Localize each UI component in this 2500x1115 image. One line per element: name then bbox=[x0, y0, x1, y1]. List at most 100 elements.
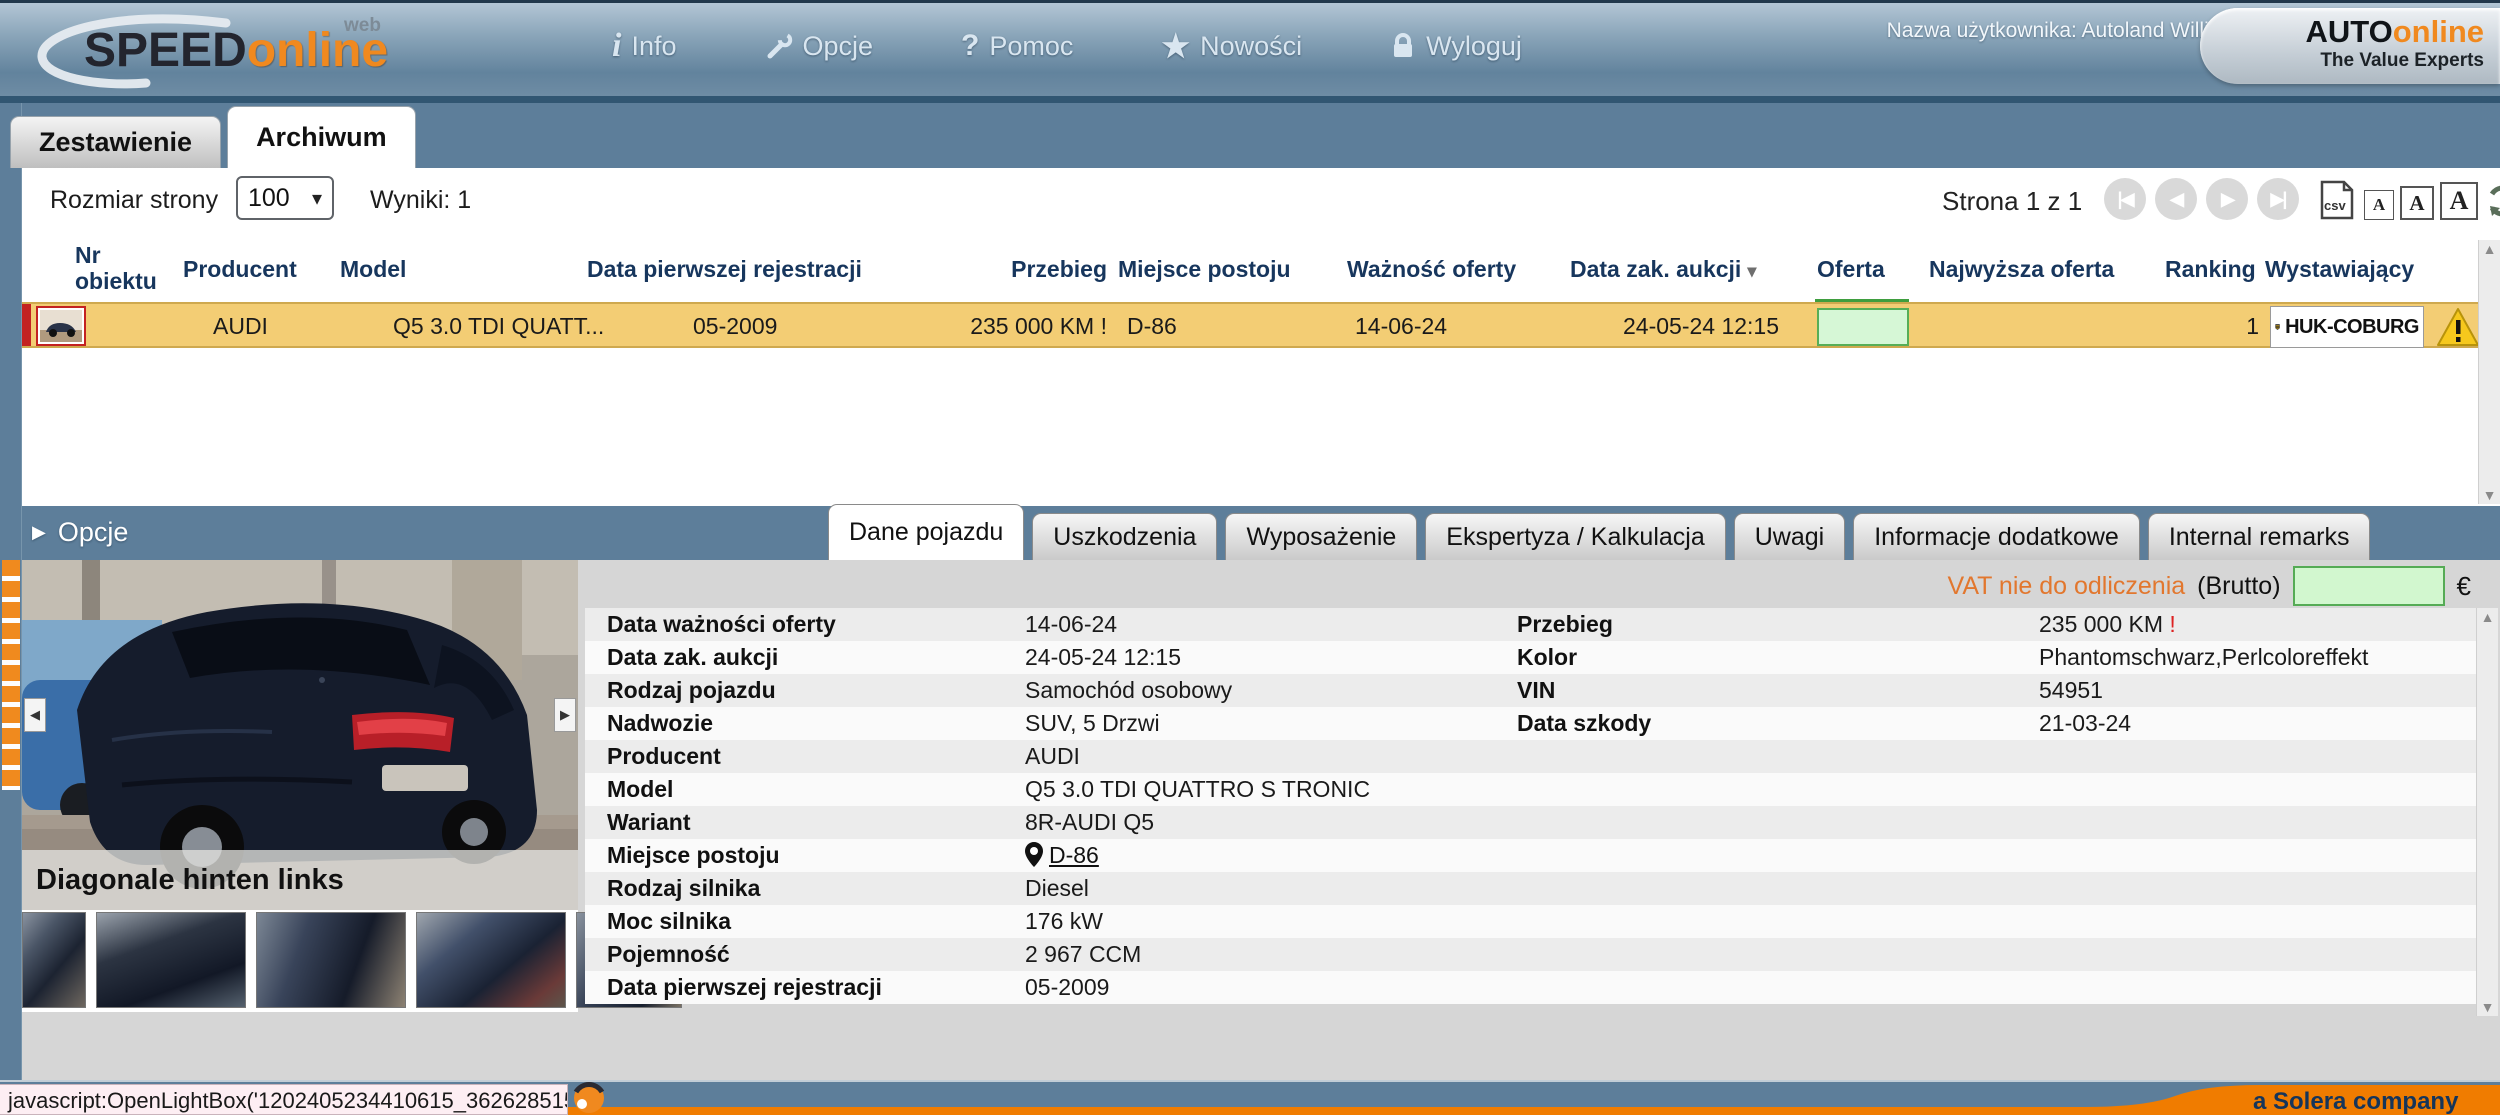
scroll-up-icon[interactable]: ▲ bbox=[2483, 240, 2497, 258]
thumbnail-2[interactable] bbox=[96, 912, 246, 1008]
tab-informacje-dodatkowe[interactable]: Informacje dodatkowe bbox=[1853, 513, 2140, 560]
solera-swoosh bbox=[540, 1083, 2500, 1115]
col-miejsce-postoju[interactable]: Miejsce postoju bbox=[1118, 256, 1291, 283]
tab-wyposazenie[interactable]: Wyposażenie bbox=[1225, 513, 1417, 560]
nav-wyloguj-label: Wyloguj bbox=[1426, 31, 1522, 62]
scroll-down-icon[interactable]: ▼ bbox=[2483, 486, 2497, 504]
vat-amount-input[interactable] bbox=[2293, 566, 2445, 606]
col-wystawiajacy[interactable]: Wystawiający bbox=[2265, 256, 2414, 283]
detail-label: Kolor bbox=[1517, 644, 1577, 671]
col-przebieg[interactable]: Przebieg bbox=[937, 256, 1107, 283]
detail-value: 235 000 KM ! bbox=[2039, 611, 2176, 638]
col-oferta[interactable]: Oferta bbox=[1817, 256, 1885, 283]
tab-internal-remarks[interactable]: Internal remarks bbox=[2148, 513, 2371, 560]
options-arrow-icon: ▶ bbox=[32, 522, 46, 543]
detail-label: Rodzaj pojazdu bbox=[607, 677, 776, 704]
row-status-edge bbox=[22, 304, 31, 346]
tab-uszkodzenia[interactable]: Uszkodzenia bbox=[1032, 513, 1217, 560]
font-size-medium-button[interactable]: A bbox=[2400, 186, 2434, 220]
location-link[interactable]: D-86 bbox=[1049, 842, 1099, 868]
col-producent[interactable]: Producent bbox=[183, 256, 297, 283]
next-page-icon[interactable]: ▶ bbox=[2206, 178, 2248, 220]
nav-wyloguj[interactable]: Wyloguj bbox=[1390, 31, 1522, 62]
tab-ekspertyza[interactable]: Ekspertyza / Kalkulacja bbox=[1425, 513, 1725, 560]
options-toggle[interactable]: ▶ Opcje bbox=[32, 517, 128, 548]
star-icon: ★ bbox=[1161, 27, 1190, 65]
vehicle-main-photo[interactable]: Diagonale hinten links bbox=[22, 560, 578, 910]
detail-label: Nadwozie bbox=[607, 710, 713, 737]
question-icon: ? bbox=[961, 29, 979, 63]
prev-photo-icon[interactable]: ◀ bbox=[24, 698, 46, 732]
solera-company-label: a Solera company bbox=[2253, 1088, 2458, 1115]
scroll-up-icon[interactable]: ▲ bbox=[2481, 608, 2495, 626]
huk-coburg-text: HUK-COBURG bbox=[2285, 316, 2419, 339]
detail-value: AUDI bbox=[1025, 743, 1080, 770]
export-csv-icon[interactable]: csv bbox=[2318, 180, 2356, 225]
detail-value: Phantomschwarz,Perlcoloreffekt bbox=[2039, 644, 2368, 671]
vat-row: VAT nie do odliczenia (Brutto) € bbox=[582, 564, 2477, 608]
row-photo-icon[interactable] bbox=[36, 306, 86, 346]
nav-pomoc[interactable]: ? Pomoc bbox=[961, 29, 1073, 63]
vat-brutto-label: (Brutto) bbox=[2197, 572, 2280, 601]
sort-chevron-icon: ▾ bbox=[1747, 261, 1756, 281]
col-data-zak-aukcji[interactable]: Data zak. aukcji▾ bbox=[1570, 256, 1756, 283]
left-rail bbox=[0, 103, 22, 1080]
col-ranking[interactable]: Ranking bbox=[2165, 256, 2256, 283]
nav-info[interactable]: i Info bbox=[612, 27, 677, 65]
detail-scrollbar[interactable]: ▲ ▼ bbox=[2476, 608, 2498, 1016]
col-najwyzsza-oferta[interactable]: Najwyższa oferta bbox=[1929, 256, 2114, 283]
currency-symbol: € bbox=[2457, 571, 2471, 602]
prev-page-icon[interactable]: ◀ bbox=[2155, 178, 2197, 220]
detail-value: Q5 3.0 TDI QUATTRO S TRONIC bbox=[1025, 776, 1370, 803]
scroll-down-icon[interactable]: ▼ bbox=[2481, 998, 2495, 1016]
nav-nowosci[interactable]: ★ Nowości bbox=[1161, 27, 1302, 65]
vehicle-data-table: Data ważności oferty 14-06-24 Przebieg 2… bbox=[585, 608, 2477, 1004]
font-size-small-button[interactable]: A bbox=[2364, 190, 2394, 220]
tab-archiwum[interactable]: Archiwum bbox=[227, 106, 416, 168]
thumbnail-3[interactable] bbox=[256, 912, 406, 1008]
detail-label: Model bbox=[607, 776, 673, 803]
detail-label: Pojemność bbox=[607, 941, 730, 968]
detail-value: 8R-AUDI Q5 bbox=[1025, 809, 1154, 836]
page-size-label: Rozmiar strony bbox=[50, 186, 218, 215]
thumbnail-1[interactable] bbox=[22, 912, 86, 1008]
warning-icon bbox=[2436, 307, 2480, 352]
detail-value: 24-05-24 12:15 bbox=[1025, 644, 1181, 671]
tab-zestawienie[interactable]: Zestawienie bbox=[10, 116, 221, 168]
top-nav: i Info Opcje ? Pomoc ★ Nowości bbox=[612, 27, 1522, 65]
font-size-large-button[interactable]: A bbox=[2440, 182, 2478, 220]
col-nr-obiektu[interactable]: Nr obiektu bbox=[75, 242, 187, 294]
col-data-rejestracji[interactable]: Data pierwszej rejestracji bbox=[587, 256, 862, 283]
options-label: Opcje bbox=[58, 517, 129, 548]
refresh-icon[interactable] bbox=[2484, 182, 2500, 225]
table-row[interactable]: AUDI Q5 3.0 TDI QUATT... 05-2009 235 000… bbox=[22, 302, 2500, 348]
table-scrollbar[interactable]: ▲ ▼ bbox=[2478, 240, 2500, 504]
col-waznosc-oferty[interactable]: Ważność oferty bbox=[1347, 256, 1516, 283]
tab-uwagi[interactable]: Uwagi bbox=[1734, 513, 1845, 560]
cell-model: Q5 3.0 TDI QUATT... bbox=[393, 313, 604, 340]
next-photo-icon[interactable]: ▶ bbox=[554, 698, 576, 732]
pagination: |◀ ◀ ▶ ▶| bbox=[2104, 178, 2299, 220]
page-size-select[interactable]: 100 ▾ bbox=[236, 176, 334, 220]
detail-value: 2 967 CCM bbox=[1025, 941, 1141, 968]
detail-value: 05-2009 bbox=[1025, 974, 1109, 1001]
nav-opcje-label: Opcje bbox=[803, 31, 874, 62]
thumbnail-4[interactable] bbox=[416, 912, 566, 1008]
detail-row: Model Q5 3.0 TDI QUATTRO S TRONIC bbox=[585, 773, 2477, 806]
last-page-icon[interactable]: ▶| bbox=[2257, 178, 2299, 220]
nav-info-label: Info bbox=[631, 31, 676, 62]
nav-opcje[interactable]: Opcje bbox=[765, 31, 874, 62]
detail-row: Rodzaj silnika Diesel bbox=[585, 872, 2477, 905]
first-page-icon[interactable]: |◀ bbox=[2104, 178, 2146, 220]
detail-label: Moc silnika bbox=[607, 908, 731, 935]
detail-label: Przebieg bbox=[1517, 611, 1613, 638]
detail-label: VIN bbox=[1517, 677, 1555, 704]
left-rail-orange-strip bbox=[2, 560, 20, 790]
detail-label: Rodzaj silnika bbox=[607, 875, 760, 902]
tab-dane-pojazdu[interactable]: Dane pojazdu bbox=[828, 504, 1024, 560]
cell-waznosc-oferty: 14-06-24 bbox=[1355, 313, 1447, 340]
results-count: Wyniki: 1 bbox=[370, 186, 471, 215]
col-model[interactable]: Model bbox=[340, 256, 406, 283]
svg-text:csv: csv bbox=[2324, 198, 2346, 213]
offer-input[interactable] bbox=[1817, 308, 1909, 346]
